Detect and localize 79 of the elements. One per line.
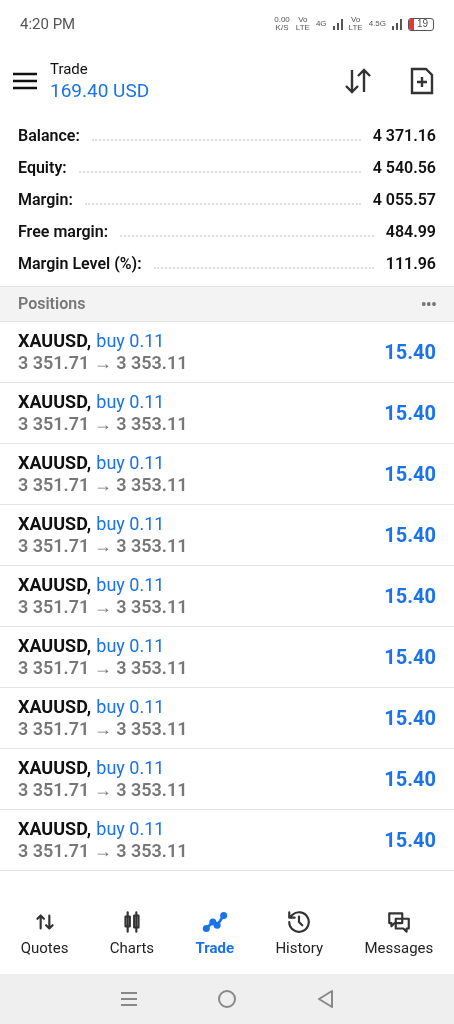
order-side: buy 0.11 <box>96 452 165 474</box>
order-side: buy 0.11 <box>96 635 165 657</box>
price-range: 3 351.71 → 3 353.11 <box>18 474 188 496</box>
price-range: 3 351.71 → 3 353.11 <box>18 718 188 740</box>
symbol-label: XAUUSD, <box>18 635 92 657</box>
volte-label: Vo LTE <box>295 16 310 32</box>
position-row[interactable]: XAUUSD, buy 0.11 3 351.71 → 3 353.11 15.40 <box>0 749 454 810</box>
network-type: 4.5G <box>368 20 386 28</box>
summary-label: Margin Level (%): <box>18 253 142 275</box>
summary-label: Equity: <box>18 157 67 179</box>
summary-label: Balance: <box>18 125 80 147</box>
profit-value: 15.40 <box>384 827 436 854</box>
order-side: buy 0.11 <box>96 574 165 596</box>
network-speed: 0.00 K/S <box>274 16 290 32</box>
symbol-label: XAUUSD, <box>18 757 92 779</box>
nav-tab[interactable]: Trade <box>195 908 235 960</box>
nav-tab[interactable]: Messages <box>364 908 434 960</box>
summary-value: 4 371.16 <box>372 125 436 147</box>
status-time: 4:20 PM <box>20 13 76 35</box>
nav-tab[interactable]: Charts <box>109 908 155 960</box>
symbol-label: XAUUSD, <box>18 696 92 718</box>
price-range: 3 351.71 → 3 353.11 <box>18 779 188 801</box>
profit-value: 15.40 <box>384 583 436 610</box>
symbol-label: XAUUSD, <box>18 574 92 596</box>
signal-icon <box>332 18 343 30</box>
summary-value: 4 540.56 <box>372 157 436 179</box>
symbol-label: XAUUSD, <box>18 818 92 840</box>
profit-value: 15.40 <box>384 400 436 427</box>
network-type: 4G <box>315 20 327 28</box>
summary-label: Margin: <box>18 189 73 211</box>
summary-label: Free margin: <box>18 221 109 243</box>
position-row[interactable]: XAUUSD, buy 0.11 3 351.71 → 3 353.11 15.40 <box>0 322 454 383</box>
position-row[interactable]: XAUUSD, buy 0.11 3 351.71 → 3 353.11 15.40 <box>0 810 454 871</box>
back-icon[interactable] <box>316 989 335 1009</box>
position-row[interactable]: XAUUSD, buy 0.11 3 351.71 → 3 353.11 15.40 <box>0 566 454 627</box>
section-title: Positions <box>18 293 86 315</box>
price-range: 3 351.71 → 3 353.11 <box>18 413 188 435</box>
order-side: buy 0.11 <box>96 818 165 840</box>
price-range: 3 351.71 → 3 353.11 <box>18 840 188 862</box>
volte-label: Vo LTE <box>348 16 363 32</box>
position-row[interactable]: XAUUSD, buy 0.11 3 351.71 → 3 353.11 15.40 <box>0 505 454 566</box>
nav-tab[interactable]: History <box>275 908 324 960</box>
price-range: 3 351.71 → 3 353.11 <box>18 352 188 374</box>
profit-value: 15.40 <box>384 766 436 793</box>
position-row[interactable]: XAUUSD, buy 0.11 3 351.71 → 3 353.11 15.40 <box>0 627 454 688</box>
order-side: buy 0.11 <box>96 330 165 352</box>
menu-icon[interactable] <box>12 71 38 91</box>
price-range: 3 351.71 → 3 353.11 <box>18 535 188 557</box>
position-row[interactable]: XAUUSD, buy 0.11 3 351.71 → 3 353.11 15.40 <box>0 444 454 505</box>
account-balance: 169.40 USD <box>50 79 150 103</box>
symbol-label: XAUUSD, <box>18 391 92 413</box>
position-row[interactable]: XAUUSD, buy 0.11 3 351.71 → 3 353.11 15.40 <box>0 688 454 749</box>
signal-icon <box>392 18 402 30</box>
order-side: buy 0.11 <box>96 696 165 718</box>
profit-value: 15.40 <box>384 461 436 488</box>
symbol-label: XAUUSD, <box>18 452 92 474</box>
symbol-label: XAUUSD, <box>18 330 92 352</box>
summary-value: 484.99 <box>385 221 436 243</box>
profit-value: 15.40 <box>384 644 436 671</box>
profit-value: 15.40 <box>384 522 436 549</box>
order-side: buy 0.11 <box>96 391 165 413</box>
profit-value: 15.40 <box>384 705 436 732</box>
sort-arrows-icon <box>343 67 373 95</box>
profit-value: 15.40 <box>384 339 436 366</box>
order-side: buy 0.11 <box>96 513 165 535</box>
position-row[interactable]: XAUUSD, buy 0.11 3 351.71 → 3 353.11 15.40 <box>0 383 454 444</box>
battery-icon: 19 <box>408 17 434 31</box>
history-icon <box>286 908 313 935</box>
screen-title: Trade <box>50 59 89 79</box>
price-range: 3 351.71 → 3 353.11 <box>18 657 188 679</box>
home-icon[interactable] <box>217 989 237 1009</box>
more-button[interactable]: ••• <box>420 290 436 318</box>
symbol-label: XAUUSD, <box>18 513 92 535</box>
order-side: buy 0.11 <box>96 757 165 779</box>
nav-tab[interactable]: Quotes <box>20 908 69 960</box>
summary-value: 4 055.57 <box>372 189 436 211</box>
summary-value: 111.96 <box>385 253 436 275</box>
add-document-icon <box>410 67 434 95</box>
price-range: 3 351.71 → 3 353.11 <box>18 596 188 618</box>
